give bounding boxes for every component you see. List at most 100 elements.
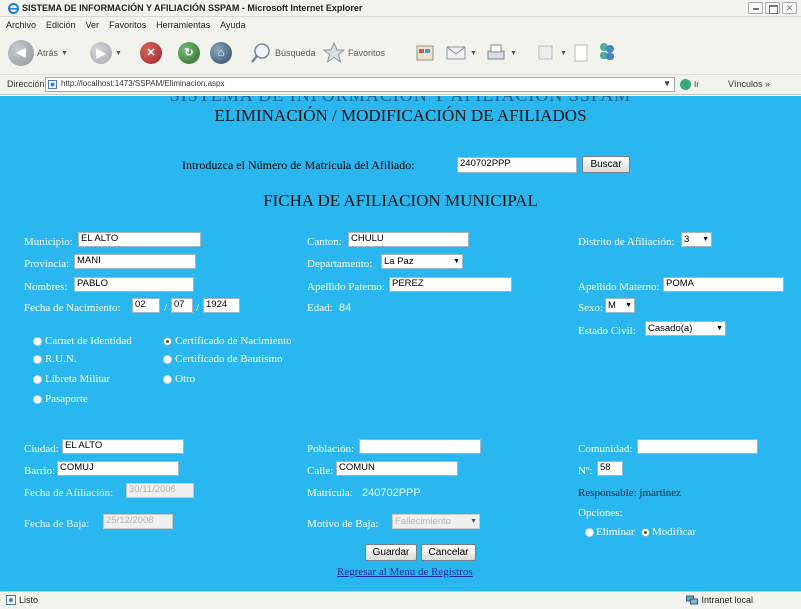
birth-day-input[interactable]: 02	[132, 298, 160, 313]
discuss-button[interactable]: ▼	[560, 42, 592, 64]
maximize-button[interactable]	[765, 2, 780, 14]
refresh-button[interactable]: ↻	[178, 42, 200, 64]
matricula-search-input[interactable]: 240702PPP	[457, 157, 577, 173]
motivo-baja-value: Fallecimiento	[395, 516, 451, 527]
links-label[interactable]: Vínculos »	[728, 79, 770, 89]
canton-input[interactable]: CHULU	[348, 232, 469, 247]
radio-modificar[interactable]	[641, 528, 650, 537]
sexo-label: Sexo:	[578, 302, 604, 314]
radio-modificar-label: Modificar	[652, 526, 696, 538]
cancelar-button[interactable]: Cancelar	[421, 544, 476, 561]
stop-button[interactable]: ✕	[140, 42, 162, 64]
radio-certificado-nacimiento[interactable]	[163, 337, 172, 346]
comunidad-input[interactable]	[637, 439, 758, 454]
provincia-input[interactable]: MANI	[74, 254, 196, 269]
distrito-select[interactable]: 3 ▼	[681, 232, 712, 247]
guardar-button[interactable]: Guardar	[365, 544, 417, 561]
calle-label: Calle:	[307, 465, 334, 477]
fecha-baja-label: Fecha de Baja:	[24, 518, 90, 530]
radio-certificado-bautismo-label: Certificado de Bautismo	[175, 353, 283, 365]
status-bar: Listo Intranet local	[0, 591, 801, 609]
menu-favoritos[interactable]: Favoritos	[109, 20, 146, 30]
municipio-input[interactable]: EL ALTO	[78, 232, 201, 247]
back-button[interactable]: ◀ Atrás ▼	[8, 40, 68, 66]
sexo-select[interactable]: M ▼	[605, 298, 635, 313]
mail-button[interactable]: ▼	[445, 42, 477, 64]
ciudad-input[interactable]: EL ALTO	[62, 439, 184, 454]
print-button[interactable]: ▼	[485, 42, 517, 64]
barrio-input[interactable]: COMUJ	[57, 461, 179, 476]
menu-ayuda[interactable]: Ayuda	[220, 20, 245, 30]
fecha-afiliacion-label: Fecha de Afiliación:	[24, 487, 114, 499]
responsable-label: Responsable: jmartinez	[578, 487, 681, 499]
radio-certificado-bautismo[interactable]	[163, 355, 172, 364]
home-button[interactable]: ⌂	[210, 42, 232, 64]
back-label: Atrás	[37, 48, 59, 58]
search-button[interactable]: Búsqueda	[250, 42, 316, 64]
mail-dropdown-icon: ▼	[470, 49, 477, 57]
messenger-button[interactable]	[596, 40, 618, 62]
history-icon	[416, 45, 434, 61]
zone-text: Intranet local	[701, 595, 753, 605]
minimize-button[interactable]	[748, 2, 763, 14]
matricula-search-label: Introduzca el Número de Matricula del Af…	[182, 158, 415, 172]
motivo-baja-label: Motivo de Baja:	[307, 518, 379, 530]
close-button[interactable]: ✕	[782, 2, 797, 14]
forward-button[interactable]: ▶ ▼	[90, 42, 122, 64]
address-input[interactable]: http://localhost:1473/SSPAM/Eliminacion.…	[45, 77, 675, 92]
menu-herramientas[interactable]: Herramientas	[156, 20, 210, 30]
radio-eliminar-label: Eliminar	[596, 526, 635, 538]
date-separator: /	[196, 302, 200, 314]
radio-eliminar[interactable]	[585, 528, 594, 537]
favorites-button[interactable]: Favoritos	[323, 42, 385, 64]
menu-archivo[interactable]: Archivo	[6, 20, 36, 30]
provincia-label: Provincia:	[24, 258, 70, 270]
fecha-baja-input[interactable]: 25/12/2008	[103, 514, 173, 529]
calle-input[interactable]: COMUN	[336, 461, 458, 476]
printer-icon	[487, 44, 505, 60]
radio-otro[interactable]	[163, 375, 172, 384]
apellido-paterno-input[interactable]: PEREZ	[389, 277, 512, 292]
motivo-baja-select[interactable]: Fallecimiento ▼	[392, 514, 480, 529]
departamento-select[interactable]: La Paz ▼	[381, 254, 463, 269]
numero-input[interactable]: 58	[597, 461, 623, 476]
numero-label: Nº:	[578, 465, 593, 477]
menu-edicion[interactable]: Edición	[46, 20, 76, 30]
apellido-materno-label: Apellido Materno:	[578, 281, 660, 293]
ciudad-label: Ciudad:	[24, 443, 59, 455]
poblacion-input[interactable]	[359, 439, 481, 454]
edad-label: Edad:	[307, 302, 333, 314]
fecha-nacimiento-label: Fecha de Nacimiento:	[24, 302, 121, 314]
search-button-form[interactable]: Buscar	[582, 156, 630, 173]
radio-libreta-militar[interactable]	[33, 375, 42, 384]
address-dropdown-icon[interactable]: ▼	[663, 79, 671, 88]
radio-certificado-nacimiento-label: Certificado de Nacimiento	[175, 335, 292, 347]
menu-bar: Archivo Edición Ver Favoritos Herramient…	[0, 17, 801, 33]
responsable-value: jmartinez	[639, 487, 681, 499]
go-button[interactable]: Ir	[680, 79, 699, 90]
nombres-input[interactable]: PABLO	[74, 277, 194, 292]
departamento-label: Departamento:	[307, 258, 373, 270]
edit-button[interactable]	[535, 42, 557, 64]
back-to-menu-link[interactable]: Regresar al Menu de Registros	[337, 566, 473, 578]
distrito-label: Distrito de Afiliación:	[578, 236, 675, 248]
radio-carnet-identidad[interactable]	[33, 337, 42, 346]
form-title: FICHA DE AFILIACION MUNICIPAL	[263, 191, 538, 210]
birth-month-input[interactable]: 07	[171, 298, 193, 313]
radio-run[interactable]	[33, 355, 42, 364]
security-zone: Intranet local	[686, 595, 753, 605]
address-label: Dirección	[7, 79, 45, 89]
radio-libreta-militar-label: Libreta Militar	[45, 373, 111, 385]
page-done-icon	[6, 595, 16, 605]
birth-year-input[interactable]: 1924	[203, 298, 240, 313]
menu-ver[interactable]: Ver	[86, 20, 100, 30]
search-label: Búsqueda	[275, 48, 316, 58]
history-button[interactable]	[414, 42, 436, 64]
fecha-afiliacion-input[interactable]: 30/11/2006	[126, 483, 194, 498]
apellido-materno-input[interactable]: POMA	[663, 277, 784, 292]
estado-civil-select[interactable]: Casado(a) ▼	[645, 321, 726, 336]
forward-arrow-icon: ▶	[90, 42, 112, 64]
comunidad-label: Comunidad:	[578, 443, 633, 455]
radio-pasaporte[interactable]	[33, 395, 42, 404]
departamento-value: La Paz	[384, 256, 414, 267]
